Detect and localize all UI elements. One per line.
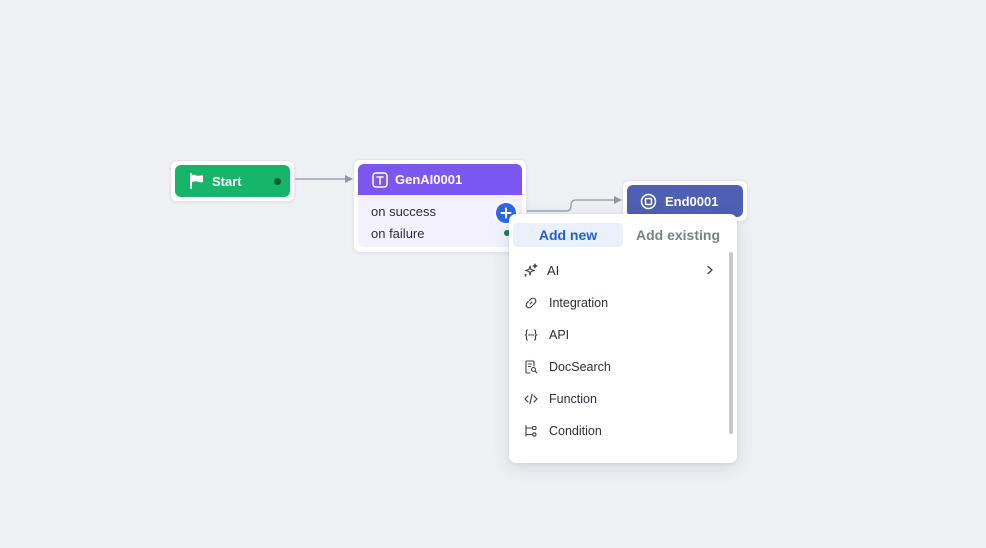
popover-scrollbar[interactable] [729,252,733,434]
start-output-port[interactable] [274,178,281,185]
stop-circle-icon [640,193,657,210]
start-node-label: Start [212,173,242,189]
flag-icon [188,172,206,190]
menu-item-condition-label: Condition [549,424,602,438]
tab-add-new[interactable]: Add new [513,223,623,247]
menu-item-function-label: Function [549,392,597,406]
api-braces-icon [524,328,538,342]
menu-item-api[interactable]: API [509,321,729,349]
menu-item-integration-label: Integration [549,296,609,310]
genai-node-outcomes: on success on failure [358,195,522,247]
sparkles-icon [524,263,538,277]
code-icon [524,392,538,406]
outcome-success-label: on success [371,204,437,219]
connector-genai-to-end [526,196,622,212]
tab-add-existing[interactable]: Add existing [625,223,731,247]
menu-item-condition[interactable]: Condition [509,417,729,445]
menu-item-api-label: API [549,328,570,342]
flow-connectors [293,175,622,212]
branch-icon [524,424,538,438]
menu-item-docsearch[interactable]: DocSearch [509,353,729,381]
menu-item-integration[interactable]: Integration [509,289,729,317]
doc-search-icon [524,360,538,374]
genai-node[interactable]: GenAI0001 on success on failure [353,159,527,253]
start-node[interactable]: Start [170,160,295,202]
flow-canvas[interactable]: Start GenAI0001 on success on failure En… [0,0,986,548]
link-icon [524,296,538,310]
genai-node-header[interactable]: GenAI0001 [358,164,522,195]
genai-node-label: GenAI0001 [395,172,463,187]
text-icon [372,171,388,188]
end-node-header[interactable]: End0001 [627,185,743,217]
menu-item-ai[interactable]: AI [509,256,729,284]
chevron-right-icon [705,265,715,275]
add-step-popover: Add new Add existing AI Integration API … [509,214,737,463]
menu-item-function[interactable]: Function [509,385,729,413]
outcome-failure-label: on failure [371,226,425,241]
end-node-label: End0001 [665,193,719,209]
menu-item-ai-label: AI [547,262,560,278]
menu-item-docsearch-label: DocSearch [549,360,611,374]
start-node-header[interactable]: Start [175,165,290,197]
